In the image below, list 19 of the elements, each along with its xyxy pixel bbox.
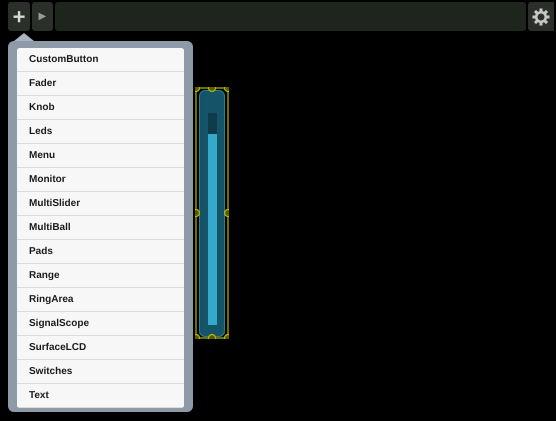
settings-icon[interactable]	[528, 2, 554, 31]
menu-item[interactable]: SurfaceLCD	[17, 336, 184, 360]
menu-item[interactable]: MultiBall	[17, 216, 184, 240]
menu-item[interactable]: Knob	[17, 96, 184, 120]
menu-item[interactable]: Pads	[17, 240, 184, 264]
menu-item[interactable]: Monitor	[17, 168, 184, 192]
menu-item[interactable]: Leds	[17, 120, 184, 144]
play-button[interactable]: ▶	[32, 2, 53, 31]
menu-item[interactable]: MultiSlider	[17, 192, 184, 216]
menu-item[interactable]: CustomButton	[17, 48, 184, 72]
menu-item[interactable]: SignalScope	[17, 312, 184, 336]
menu-item[interactable]: Text	[17, 384, 184, 408]
add-button[interactable]: +	[8, 2, 30, 31]
popover-arrow	[14, 33, 34, 41]
menu-item[interactable]: Fader	[17, 72, 184, 96]
menu-item[interactable]: RingArea	[17, 288, 184, 312]
menu-item[interactable]: Switches	[17, 360, 184, 384]
menu-item[interactable]: Range	[17, 264, 184, 288]
menu-item[interactable]: Menu	[17, 144, 184, 168]
